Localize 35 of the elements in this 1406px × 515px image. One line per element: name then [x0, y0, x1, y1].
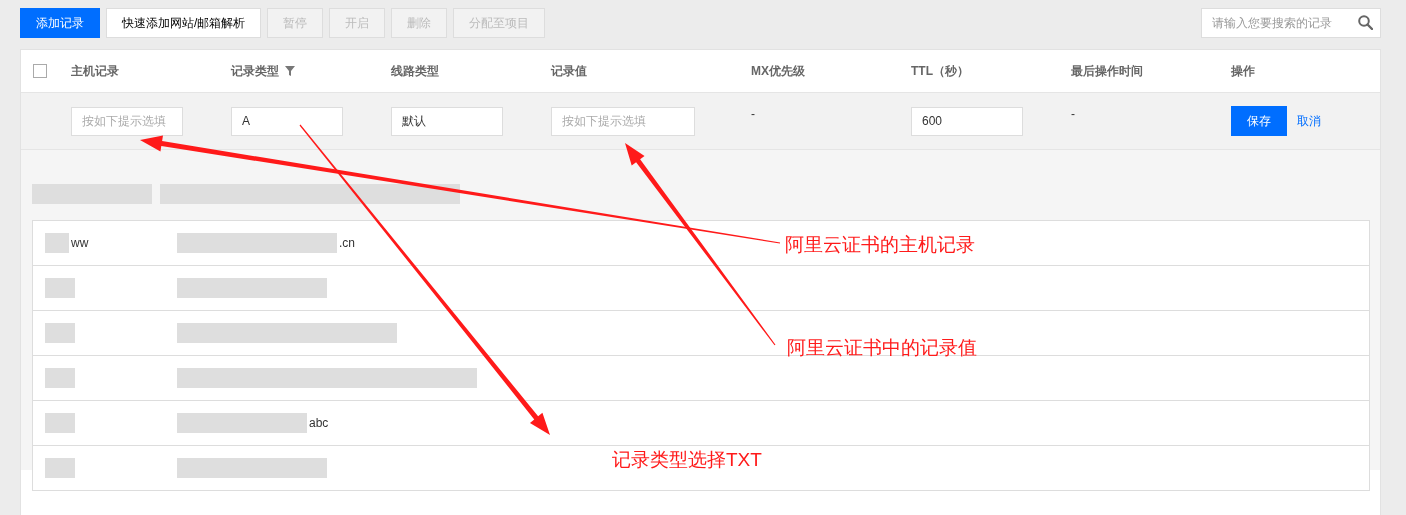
input-field[interactable]: 按如下提示选填	[71, 106, 183, 136]
column-header: 主机记录	[71, 62, 119, 80]
input-field[interactable]: 默认	[391, 106, 503, 136]
table-cell: ww	[71, 236, 89, 250]
cancel-link[interactable]: 取消	[1297, 112, 1321, 130]
toolbar-button[interactable]: 添加记录	[20, 8, 100, 38]
save-button[interactable]: 保存	[1231, 106, 1287, 136]
column-header: MX优先级	[751, 62, 805, 80]
table-cell: .cn	[339, 236, 355, 250]
search-icon[interactable]	[1358, 15, 1373, 30]
redacted-block	[45, 458, 75, 478]
redacted-block	[45, 323, 75, 343]
table-cell: abc	[309, 416, 329, 430]
column-header: TTL（秒）	[911, 62, 969, 80]
column-header: 记录类型	[231, 62, 279, 80]
toolbar-button[interactable]: 快速添加网站/邮箱解析	[106, 8, 262, 38]
column-header: 线路类型	[391, 62, 439, 80]
redacted-block	[45, 368, 75, 388]
input-field[interactable]: 按如下提示选填	[551, 106, 695, 136]
search-field[interactable]: 请输入您要搜索的记录	[1201, 8, 1381, 38]
redacted-block	[45, 233, 69, 253]
redacted-block	[45, 413, 75, 433]
empty-value: -	[1071, 107, 1075, 121]
empty-value: -	[751, 107, 755, 121]
redacted-block	[45, 278, 75, 298]
filter-icon[interactable]	[285, 66, 295, 76]
annotation-label: 记录类型选择TXT	[612, 448, 762, 472]
annotation-label: 阿里云证书中的记录值	[787, 336, 977, 360]
column-header: 操作	[1231, 62, 1255, 80]
input-field[interactable]: A	[231, 106, 343, 136]
checkbox[interactable]	[33, 64, 47, 78]
column-header: 记录值	[551, 62, 587, 80]
input-field[interactable]: 600	[911, 106, 1023, 136]
annotation-label: 阿里云证书的主机记录	[785, 233, 975, 257]
column-header: 最后操作时间	[1071, 62, 1143, 80]
